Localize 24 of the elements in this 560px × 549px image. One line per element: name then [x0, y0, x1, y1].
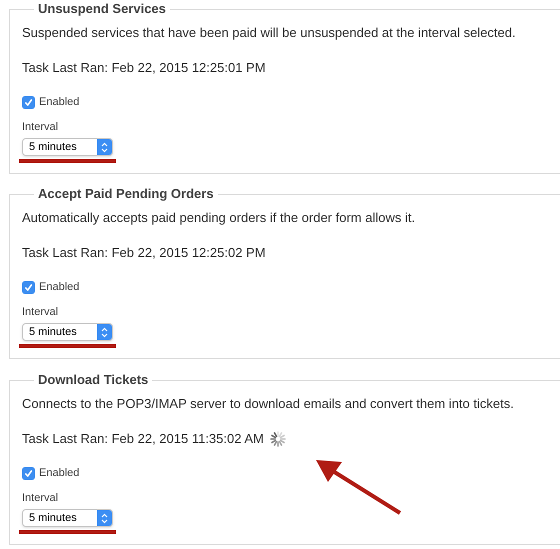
task-description: Suspended services that have been paid will be unsuspended at the interval selected. [22, 24, 517, 42]
chevron-up-down-icon [101, 326, 108, 338]
chevron-up-down-icon [101, 512, 108, 524]
section-title: Accept Paid Pending Orders [37, 186, 215, 202]
enabled-checkbox[interactable] [22, 280, 35, 294]
task-description: Automatically accepts paid pending orders if the order form allows it. [22, 209, 416, 227]
field-label: Interval [22, 305, 58, 319]
interval-select[interactable]: 5 minutes [22, 323, 113, 341]
interval-select[interactable]: 5 minutes [22, 509, 113, 527]
checkbox-label: Enabled [39, 466, 80, 480]
checkbox-label: Enabled [39, 95, 80, 109]
section-title: Download Tickets [37, 372, 150, 388]
enabled-checkbox[interactable] [22, 466, 35, 480]
field-label: Interval [22, 120, 58, 134]
chevron-up-down-icon [101, 142, 108, 152]
task-last-ran-text: Task Last Ran: Feb 22, 2015 12:25:02 PM [22, 244, 266, 262]
section-title: Unsuspend Services [37, 1, 167, 17]
interval-select[interactable]: 5 minutes [22, 138, 113, 156]
task-description: Connects to the POP3/IMAP server to download emails and convert them into tickets. [22, 395, 515, 413]
checkbox-label: Enabled [39, 280, 80, 294]
enabled-checkbox[interactable] [22, 96, 35, 108]
task-last-ran-text: Task Last Ran: Feb 22, 2015 11:35:02 AM [22, 430, 264, 448]
field-label: Interval [22, 491, 58, 505]
task-last-ran-text: Task Last Ran: Feb 22, 2015 12:25:01 PM [22, 59, 266, 77]
